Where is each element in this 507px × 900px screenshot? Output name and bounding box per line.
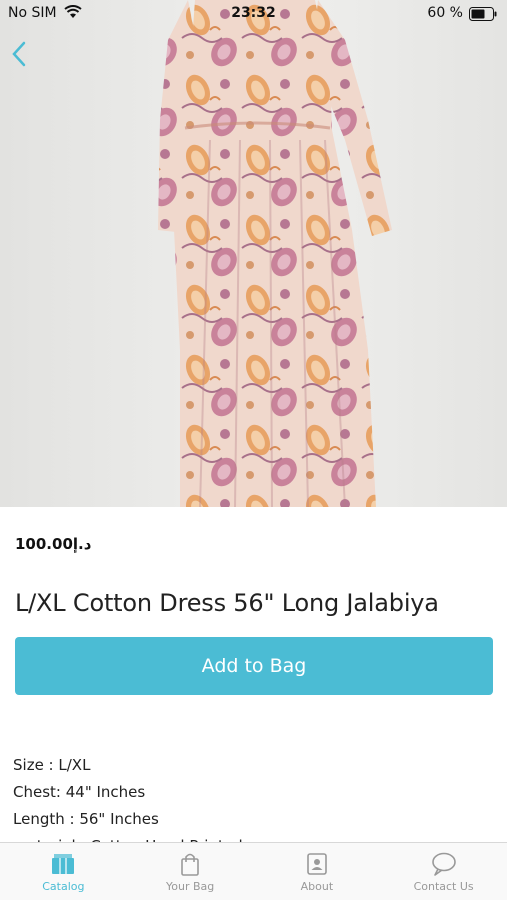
add-to-bag-button[interactable]: Add to Bag (15, 637, 493, 695)
chat-bubble-icon (431, 852, 456, 876)
bag-icon (181, 853, 199, 876)
tab-label: Catalog (42, 880, 85, 893)
description-line: material : Cotton Hand Printed (13, 833, 493, 842)
tab-catalog[interactable]: Catalog (0, 843, 127, 900)
product-price: د.إ100.00 (15, 535, 92, 553)
chevron-left-icon (12, 41, 26, 67)
catalog-icon (52, 854, 75, 874)
description-line: Size : L/XL (13, 756, 91, 774)
tab-label: About (300, 880, 334, 893)
tab-label: Contact Us (413, 880, 474, 893)
back-button[interactable] (4, 36, 36, 72)
tab-contact-us[interactable]: Contact Us (380, 843, 507, 900)
tab-your-bag[interactable]: Your Bag (127, 843, 254, 900)
about-icon (307, 853, 327, 875)
product-title: L/XL Cotton Dress 56" Long Jalabiya (15, 589, 439, 617)
description-line: Length : 56" Inches (13, 810, 159, 828)
tab-about[interactable]: About (254, 843, 381, 900)
description-line: Chest: 44" Inches (13, 783, 146, 801)
dress-illustration (158, 0, 392, 507)
product-image (0, 0, 507, 507)
tab-label: Your Bag (166, 880, 215, 893)
status-bar: No SIM 23:32 60 % (0, 0, 507, 28)
battery-icon (469, 7, 497, 21)
product-description: Size : L/XL Chest: 44" Inches Length : 5… (13, 752, 493, 842)
battery-percent: 60 % (427, 5, 463, 21)
tab-bar: Catalog Your Bag About Contact Us (0, 842, 507, 900)
